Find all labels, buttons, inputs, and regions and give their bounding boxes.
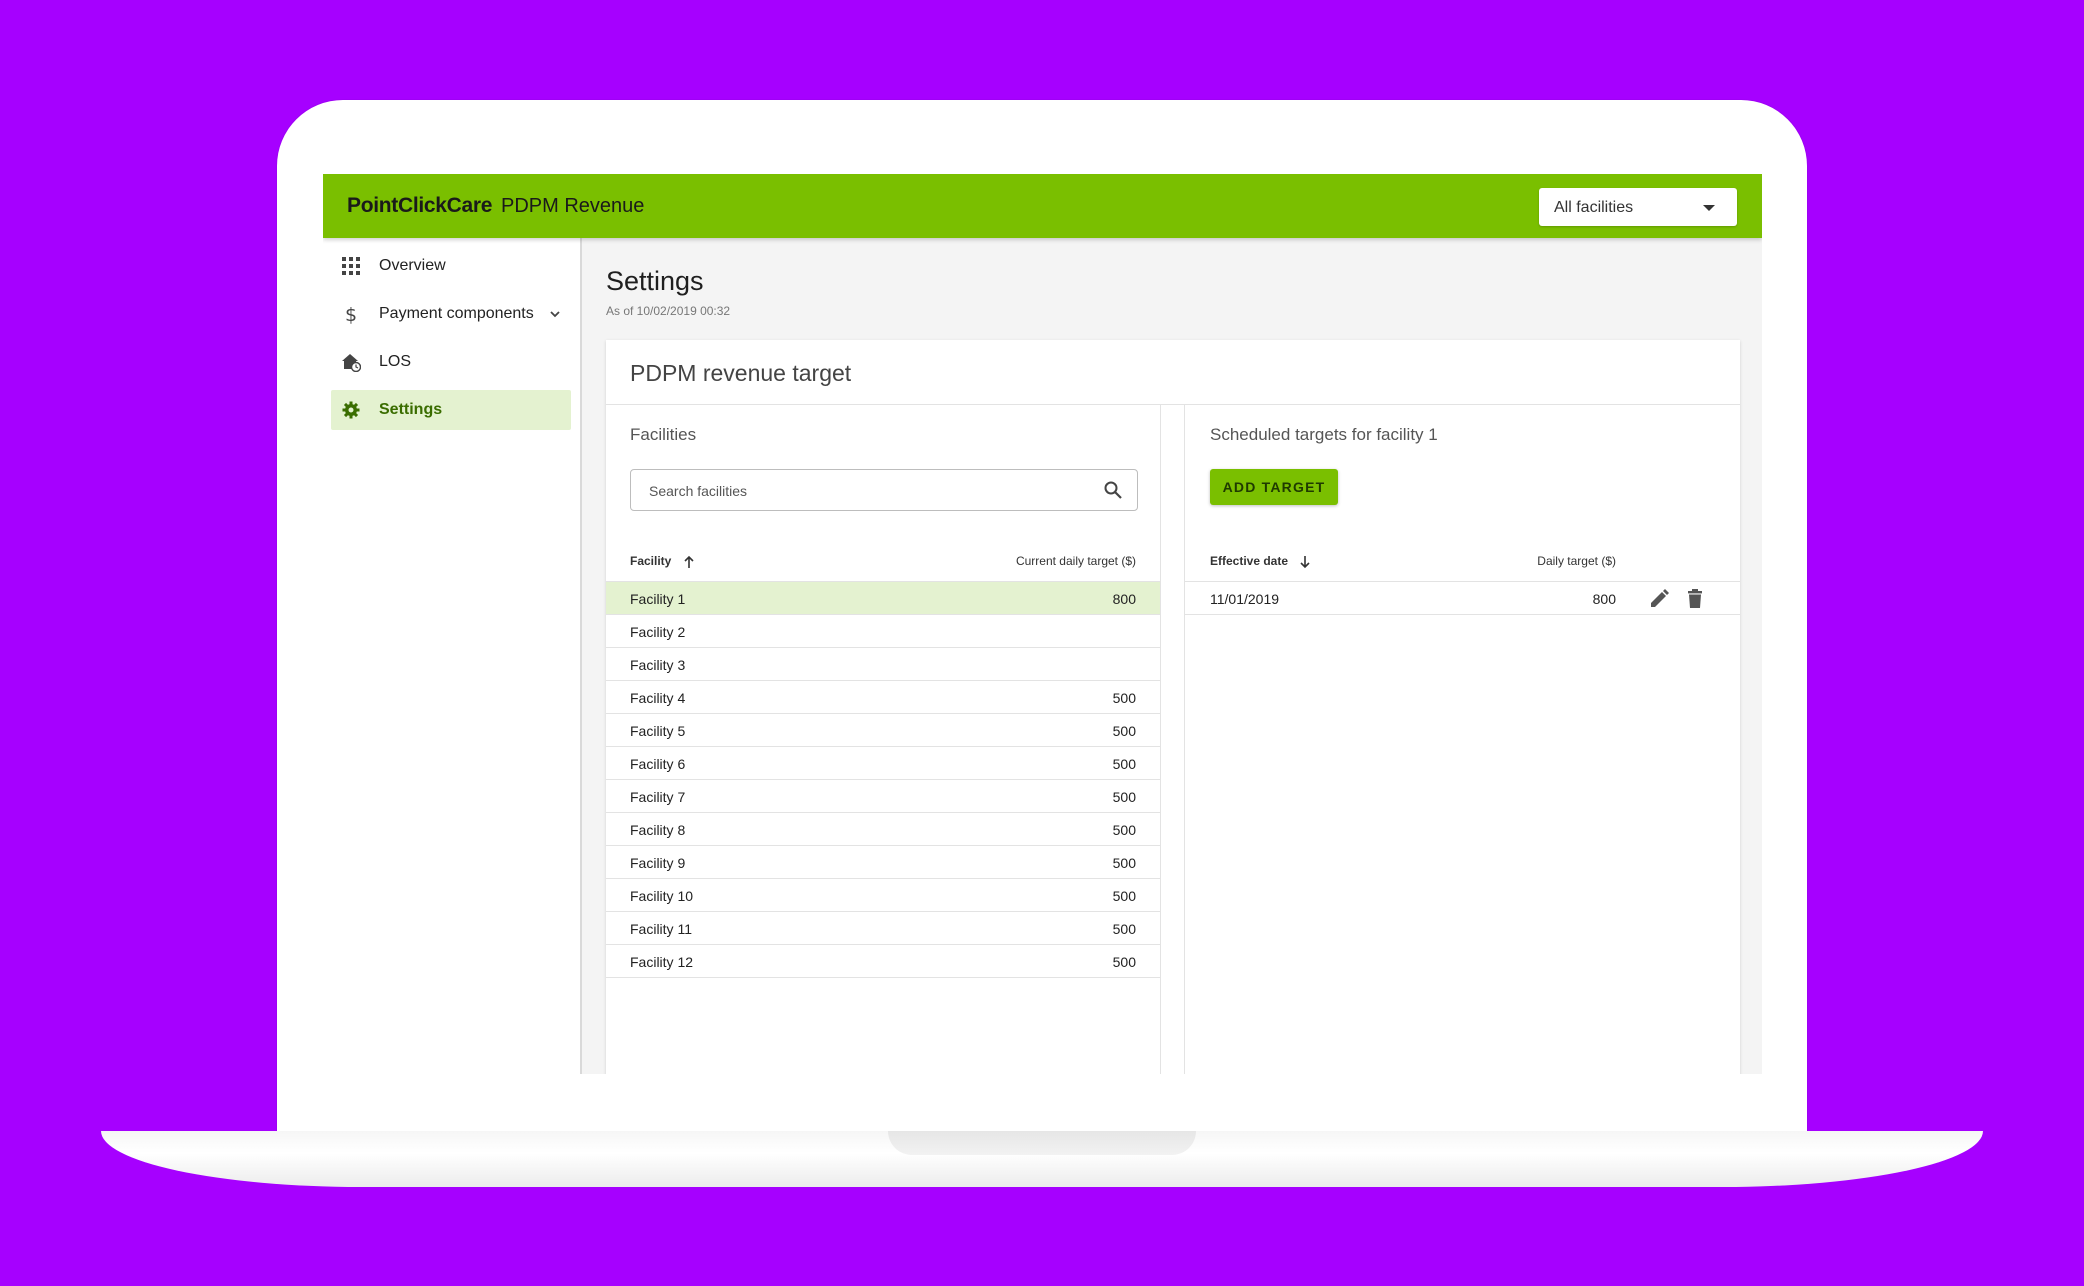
sidebar-item-label: Settings [379, 401, 443, 418]
search-icon[interactable] [1103, 480, 1123, 500]
column-header-current-target[interactable]: Current daily target ($) [1016, 554, 1136, 568]
table-row[interactable]: Facility 1 800 [606, 581, 1160, 615]
facility-select-value: All facilities [1554, 199, 1634, 216]
column-header-label: Effective date [1210, 554, 1289, 568]
column-header-label: Facility [630, 554, 672, 568]
table-row[interactable]: Facility 7 500 [606, 780, 1160, 813]
facility-target: 500 [1112, 855, 1136, 871]
revenue-target-card: PDPM revenue target Facilities Facility … [606, 340, 1740, 1074]
main-content: Settings As of 10/02/2019 00:32 PDPM rev… [582, 238, 1762, 1074]
sidebar-item-label: LOS [379, 353, 412, 370]
brand-logo: PointClickCare [347, 194, 493, 217]
facility-name: Facility 8 [630, 822, 686, 838]
facility-target: 500 [1112, 954, 1136, 970]
dollar-icon: $ [345, 304, 357, 324]
sidebar: Overview $ Payment components LOS Settin… [323, 238, 582, 1074]
daily-target: 800 [1592, 591, 1616, 607]
column-divider [1184, 405, 1185, 1074]
column-header-facility[interactable]: Facility [630, 554, 695, 569]
facility-name: Facility 5 [630, 723, 686, 739]
facility-target: 500 [1112, 921, 1136, 937]
table-row[interactable]: Facility 5 500 [606, 714, 1160, 747]
table-row[interactable]: Facility 9 500 [606, 846, 1160, 879]
app-bar: PointClickCare PDPM Revenue All faciliti… [323, 174, 1762, 238]
facility-name: Facility 1 [630, 591, 686, 607]
facility-name: Facility 3 [630, 657, 686, 673]
table-row: 11/01/2019 800 [1184, 581, 1740, 615]
table-row[interactable]: Facility 3 [606, 648, 1160, 681]
arrow-up-icon [684, 555, 694, 568]
table-row[interactable]: Facility 12 500 [606, 945, 1160, 978]
table-row[interactable]: Facility 8 500 [606, 813, 1160, 846]
facility-name: Facility 10 [630, 888, 694, 904]
facility-target: 500 [1112, 822, 1136, 838]
column-divider [1160, 405, 1161, 1074]
sidebar-item-settings[interactable]: Settings [331, 390, 571, 430]
facility-name: Facility 2 [630, 624, 686, 640]
scheduled-targets-table: 11/01/2019 800 [1184, 581, 1740, 615]
gear-icon [342, 401, 360, 419]
svg-text:$: $ [345, 304, 357, 324]
add-target-button[interactable]: ADD TARGET [1210, 469, 1338, 505]
search-field[interactable] [630, 469, 1138, 511]
facilities-table: Facility 1 800 Facility 2 Facility 3 Faci… [606, 581, 1160, 978]
laptop-notch [888, 1131, 1196, 1155]
page-subtitle: As of 10/02/2019 00:32 [606, 304, 731, 318]
sidebar-item-label: Payment components [379, 305, 534, 322]
sidebar-item-label: Overview [379, 257, 446, 274]
chevron-down-icon[interactable] [548, 307, 562, 321]
facility-target: 500 [1112, 888, 1136, 904]
facility-name: Facility 6 [630, 756, 686, 772]
facility-select[interactable]: All facilities [1539, 188, 1737, 226]
scheduled-section-title: Scheduled targets for facility 1 [1210, 425, 1438, 444]
facilities-section-title: Facilities [630, 425, 697, 444]
facility-target: 500 [1112, 690, 1136, 706]
facility-name: Facility 11 [630, 921, 692, 937]
app-title: PDPM Revenue [501, 195, 645, 217]
facility-name: Facility 12 [630, 954, 694, 970]
search-input[interactable] [647, 480, 1091, 502]
sidebar-item-los[interactable]: LOS [331, 342, 571, 382]
table-row[interactable]: Facility 10 500 [606, 879, 1160, 912]
effective-date: 11/01/2019 [1210, 591, 1280, 607]
arrow-down-icon [1300, 555, 1310, 568]
facility-name: Facility 9 [630, 855, 686, 871]
table-row[interactable]: Facility 2 [606, 615, 1160, 648]
facility-target: 500 [1112, 756, 1136, 772]
app-screen: PointClickCare PDPM Revenue All faciliti… [323, 174, 1762, 1074]
facility-target: 500 [1112, 789, 1136, 805]
sidebar-item-overview[interactable]: Overview [331, 246, 571, 286]
dropdown-caret-icon [1703, 205, 1715, 211]
house-clock-icon [342, 354, 361, 372]
delete-icon[interactable] [1684, 588, 1706, 610]
facility-name: Facility 7 [630, 789, 686, 805]
page-title: Settings [606, 266, 704, 296]
grid-icon [342, 257, 360, 275]
edit-icon[interactable] [1648, 588, 1670, 610]
facility-target: 500 [1112, 723, 1136, 739]
column-header-effective-date[interactable]: Effective date [1210, 554, 1311, 569]
card-title: PDPM revenue target [630, 360, 852, 386]
column-header-daily-target[interactable]: Daily target ($) [1506, 554, 1616, 568]
card-divider [606, 404, 1740, 405]
table-row[interactable]: Facility 11 500 [606, 912, 1160, 945]
facility-target: 800 [1112, 591, 1136, 607]
table-row[interactable]: Facility 4 500 [606, 681, 1160, 714]
facility-name: Facility 4 [630, 690, 686, 706]
table-row[interactable]: Facility 6 500 [606, 747, 1160, 780]
sidebar-item-payment-components[interactable]: $ Payment components [331, 294, 571, 334]
